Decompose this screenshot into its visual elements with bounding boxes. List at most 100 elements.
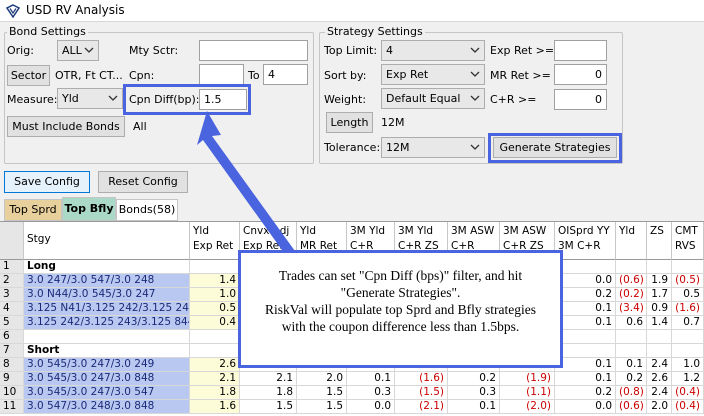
value-cell: (0.2) xyxy=(616,288,647,302)
value-cell xyxy=(190,260,240,274)
value-cell: 1.5 xyxy=(297,400,347,414)
tolerance-label: Tolerance: xyxy=(324,141,381,154)
weight-value: Default Equal xyxy=(386,92,461,105)
strategy-cell: Long xyxy=(24,260,190,274)
value-cell: 1.2 xyxy=(672,372,704,386)
tolerance-value: 12M xyxy=(386,141,410,154)
callout-line-2: "Generate Strategies". xyxy=(340,285,461,300)
measure-dropdown[interactable]: Yld xyxy=(57,88,123,109)
callout-line-4: with the coupon difference less than 1.5… xyxy=(281,319,520,334)
sector-button[interactable]: Sector xyxy=(7,65,50,86)
value-cell: 0.7 xyxy=(672,316,704,330)
value-cell: 0.1 xyxy=(555,358,616,372)
table-row[interactable]: 10 3.0 545/3.0 247/3.0 547 1.8 1.8 1.5 0.3 (1.… xyxy=(0,386,704,400)
table-row[interactable]: 9 3.0 545/3.0 247/3.0 848 2.1 2.1 2.0 0.1 (1.6… xyxy=(0,372,704,386)
cpn-diff-input[interactable]: 1.5 xyxy=(199,89,247,110)
measure-label: Measure: xyxy=(7,93,58,106)
callout-note: Trades can set "Cpn Diff (bps)" filter, … xyxy=(238,250,563,368)
value-cell xyxy=(555,260,616,274)
tab-top-sprd[interactable]: Top Sprd xyxy=(4,199,62,221)
value-cell: 0.3 xyxy=(448,386,500,400)
strategy-cell: 3.125 242/3.125 243/3.125 844 xyxy=(24,316,190,330)
value-cell: 1.5 xyxy=(240,400,297,414)
value-cell: 1.7 xyxy=(647,288,672,302)
cr-input[interactable]: 0 xyxy=(554,89,607,110)
value-cell: 0.0 xyxy=(555,274,616,288)
value-cell xyxy=(616,330,647,344)
value-cell: 1.0 xyxy=(672,358,704,372)
value-cell: (2.1) xyxy=(395,400,448,414)
value-cell: 2.4 xyxy=(647,358,672,372)
value-cell xyxy=(647,260,672,274)
value-cell: 1.5 xyxy=(297,386,347,400)
generate-strategies-button[interactable]: Generate Strategies xyxy=(493,137,617,158)
length-button[interactable]: Length xyxy=(326,112,373,133)
value-cell: 0.0 xyxy=(555,400,616,414)
tab-top-bfly[interactable]: Top Bfly xyxy=(62,197,116,221)
value-cell: 2.1 xyxy=(240,372,297,386)
tolerance-dropdown[interactable]: 12M xyxy=(381,137,485,158)
mty-sctr-label: Mty Sctr: xyxy=(129,44,179,57)
reset-config-button[interactable]: Reset Config xyxy=(98,171,188,193)
sort-by-dropdown[interactable]: Exp Ret xyxy=(381,64,485,85)
chevron-down-icon xyxy=(470,71,480,77)
value-cell xyxy=(616,260,647,274)
bond-settings-title: Bond Settings xyxy=(7,25,88,38)
column-header-zs[interactable]: ZS xyxy=(647,222,672,260)
row-number: 6 xyxy=(0,330,24,344)
value-cell xyxy=(190,330,240,344)
value-cell: (1.6) xyxy=(672,302,704,316)
tab-bonds[interactable]: Bonds(58) xyxy=(116,199,178,221)
value-cell: 0.6 xyxy=(616,316,647,330)
cr-label: C+R >= xyxy=(490,93,537,106)
value-cell: 0.2 xyxy=(555,386,616,400)
value-cell xyxy=(647,330,672,344)
value-cell: (2.0) xyxy=(500,400,555,414)
cpn-to-label: To xyxy=(248,69,260,82)
table-row[interactable]: 11 3.0 547/3.0 248/3.0 848 1.6 1.5 1.5 0.0 (2.… xyxy=(0,400,704,414)
measure-value: Yld xyxy=(62,92,79,105)
value-cell: 0.1 xyxy=(347,372,395,386)
column-header-yld[interactable]: Yld xyxy=(616,222,647,260)
value-cell xyxy=(616,344,647,358)
column-header-cmt-rvs[interactable]: CMT RVS xyxy=(672,222,704,260)
must-include-value: All xyxy=(133,120,147,133)
value-cell: 1.4 xyxy=(647,316,672,330)
column-header-yld-exp-ret[interactable]: Yld Exp Ret xyxy=(190,222,240,260)
mr-ret-input[interactable]: 0 xyxy=(554,64,607,85)
row-number: 7 xyxy=(0,344,24,358)
strategy-cell: 3.125 N41/3.125 242/3.125 243 xyxy=(24,302,190,316)
value-cell: 2.0 xyxy=(297,372,347,386)
value-cell: 0.1 xyxy=(448,400,500,414)
save-config-button[interactable]: Save Config xyxy=(4,171,90,193)
cpn-from-input[interactable] xyxy=(199,64,244,85)
chevron-down-icon xyxy=(108,95,118,101)
mty-sctr-input[interactable] xyxy=(199,40,308,61)
column-header-stgy[interactable]: Stgy xyxy=(24,222,190,260)
value-cell xyxy=(190,344,240,358)
window-title: USD RV Analysis xyxy=(26,3,125,17)
orig-dropdown[interactable]: ALL xyxy=(57,40,99,61)
top-limit-dropdown[interactable]: 4 xyxy=(381,40,485,61)
cpn-to-input[interactable]: 4 xyxy=(263,64,308,85)
value-cell: 0.5 xyxy=(672,288,704,302)
orig-label: Orig: xyxy=(7,44,34,57)
weight-dropdown[interactable]: Default Equal xyxy=(381,88,485,109)
strategy-cell: 3.0 N44/3.0 545/3.0 247 xyxy=(24,288,190,302)
value-cell: 0.1 xyxy=(616,358,647,372)
value-cell: 2.6 xyxy=(647,372,672,386)
exp-ret-input[interactable] xyxy=(554,40,607,61)
strategy-cell xyxy=(24,330,190,344)
must-include-bonds-button[interactable]: Must Include Bonds xyxy=(7,116,125,137)
strategy-cell: 3.0 247/3.0 547/3.0 248 xyxy=(24,274,190,288)
value-cell xyxy=(672,260,704,274)
row-number: 1 xyxy=(0,260,24,274)
mr-ret-label: MR Ret >= xyxy=(490,69,551,82)
value-cell: 0.4 xyxy=(190,316,240,330)
strategy-settings-title: Strategy Settings xyxy=(325,25,425,38)
value-cell: 0.1 xyxy=(555,302,616,316)
value-cell: 1.8 xyxy=(190,386,240,400)
value-cell: 1.4 xyxy=(190,274,240,288)
value-cell: (0.4) xyxy=(672,386,704,400)
column-header-oisprd-yy-3m-cr[interactable]: OISprd YY 3M C+R xyxy=(555,222,616,260)
